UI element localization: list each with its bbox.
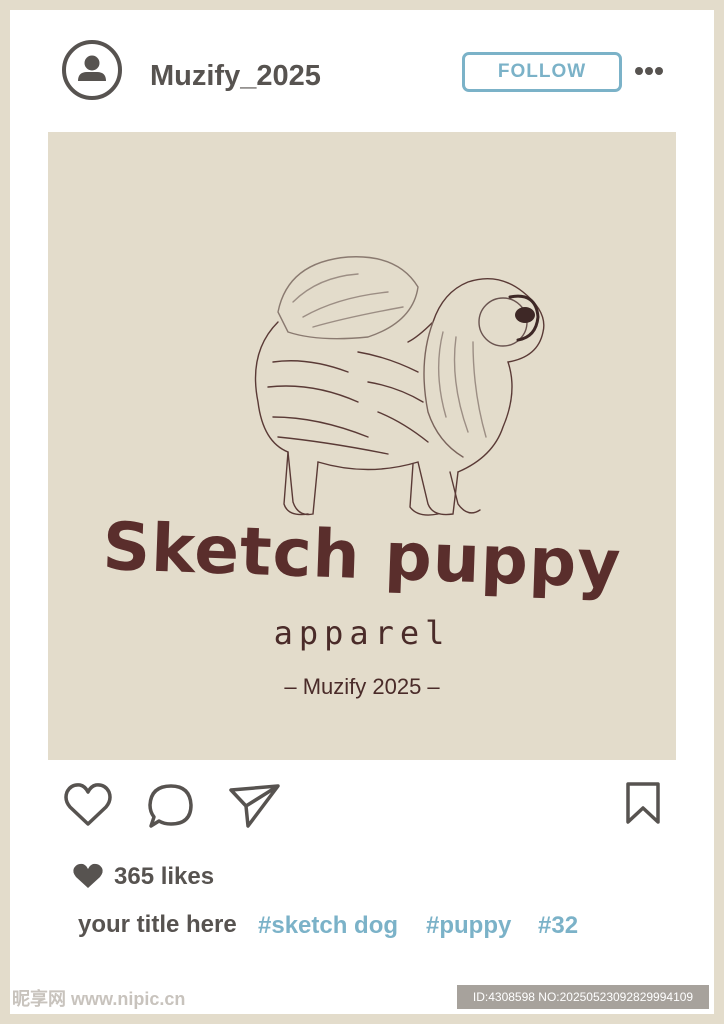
comment-icon[interactable]: [146, 780, 196, 832]
post-image[interactable]: Sketch puppy apparel – Muzify 2025 –: [48, 132, 676, 760]
action-bar: [10, 780, 714, 850]
user-avatar-icon: [78, 55, 106, 81]
bookmark-icon[interactable]: [624, 780, 662, 826]
post-card: Muzify_2025 FOLLOW Sketch puppy apparel …: [10, 10, 714, 1014]
heart-filled-icon: [73, 863, 103, 888]
sketch-dog-illustration: [254, 256, 545, 516]
username[interactable]: Muzify_2025: [150, 60, 321, 93]
avatar[interactable]: [62, 40, 122, 100]
hashtag[interactable]: #32: [538, 912, 578, 940]
watermark: 昵享网 www.nipic.cn: [12, 989, 186, 1009]
hashtag[interactable]: #sketch dog: [258, 912, 398, 940]
brand-credit: – Muzify 2025 –: [284, 674, 440, 699]
send-icon[interactable]: [228, 780, 282, 830]
likes-count[interactable]: 365 likes: [114, 863, 214, 891]
more-horizontal-icon[interactable]: [634, 64, 664, 78]
heart-icon[interactable]: [62, 780, 114, 830]
brand-subtitle: apparel: [273, 614, 451, 652]
post-header: Muzify_2025 FOLLOW: [10, 10, 714, 132]
brand-title: Sketch puppy: [101, 507, 623, 604]
follow-button[interactable]: FOLLOW: [462, 52, 622, 92]
id-banner: ID:4308598 NO:20250523092829994109: [457, 985, 709, 1009]
hashtag[interactable]: #puppy: [426, 912, 511, 940]
caption-title: your title here: [78, 911, 237, 938]
